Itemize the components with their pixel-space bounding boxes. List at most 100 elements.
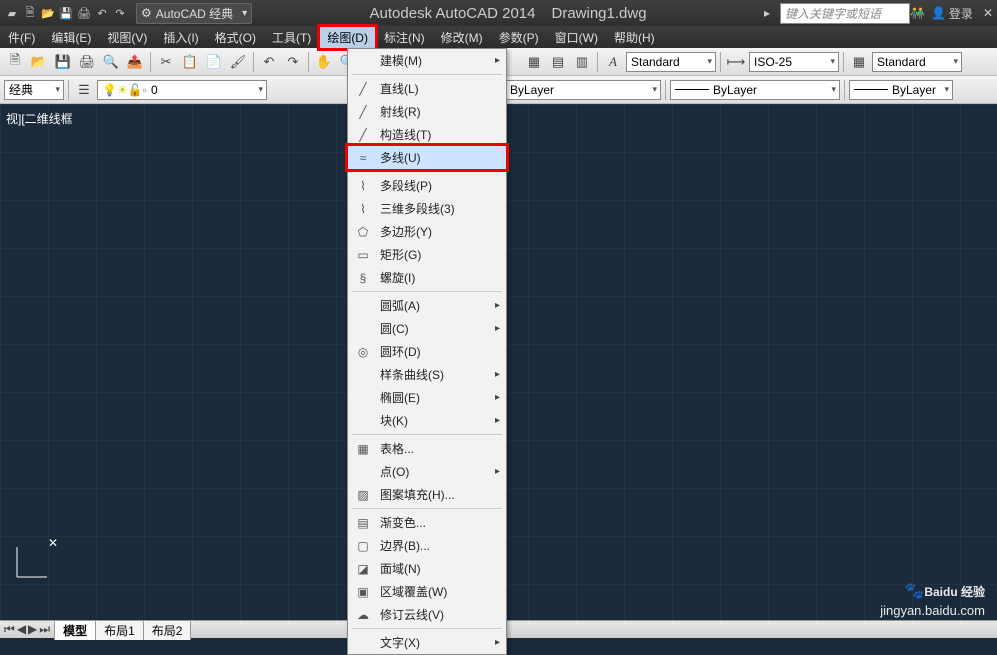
app-title: Autodesk AutoCAD 2014 [370, 5, 536, 22]
redo-icon[interactable]: ↷ [282, 51, 304, 73]
menu-item[interactable]: 修改(M) [433, 26, 491, 49]
menu-item[interactable]: ◎圆环(D) [348, 340, 506, 363]
menu-item[interactable]: 文字(X) [348, 631, 506, 654]
tool-icon[interactable]: ▥ [571, 51, 593, 73]
open-icon[interactable]: 📂 [40, 5, 56, 21]
pan-icon[interactable]: ✋ [313, 51, 335, 73]
menu-item-icon: ⌇ [354, 201, 372, 217]
infocenter-icon[interactable]: 👬 [910, 6, 925, 20]
menu-item-label: 样条曲线(S) [380, 366, 500, 383]
viewport-label[interactable]: 视][二维线框 [6, 110, 73, 127]
menu-item-icon: ⌇ [354, 178, 372, 194]
menu-item[interactable]: 参数(P) [491, 26, 547, 49]
search-input[interactable]: 键入关键字或短语 [780, 3, 910, 24]
menu-item[interactable]: 圆(C) [348, 317, 506, 340]
menu-item[interactable]: 视图(V) [99, 26, 155, 49]
save-icon[interactable]: 💾 [58, 5, 74, 21]
layer-selector[interactable]: 💡 ☀ 🔓 ▫ 0 [97, 80, 267, 100]
tab-last-icon[interactable]: ⏭ [39, 622, 50, 637]
menu-item[interactable]: ☁修订云线(V) [348, 603, 506, 626]
undo-icon[interactable]: ↶ [94, 5, 110, 21]
menu-item[interactable]: ▢边界(B)... [348, 534, 506, 557]
menu-item[interactable]: ◪面域(N) [348, 557, 506, 580]
dim-icon[interactable]: ⟼ [725, 51, 747, 73]
linetype-selector[interactable]: ByLayer [670, 80, 840, 100]
exchange-icon[interactable]: ✕ [983, 6, 993, 20]
menu-item[interactable]: ▦表格... [348, 437, 506, 460]
menu-item[interactable]: 插入(I) [155, 26, 206, 49]
menu-item[interactable]: ▨图案填充(H)... [348, 483, 506, 506]
menu-item[interactable]: ⬠多边形(Y) [348, 220, 506, 243]
menu-item[interactable]: 格式(O) [207, 26, 264, 49]
workspace-label: AutoCAD 经典 [156, 5, 233, 22]
watermark-brand: Baidu 经验 [924, 585, 985, 599]
menu-item-icon: ≈ [354, 150, 372, 166]
match-icon[interactable]: 🖌 [227, 51, 249, 73]
tab-model[interactable]: 模型 [54, 620, 96, 640]
preview-icon[interactable]: 🔍 [100, 51, 122, 73]
menu-item-label: 表格... [380, 440, 500, 457]
watermark: 🐾Baidu 经验 jingyan.baidu.com [880, 575, 985, 618]
menu-item[interactable]: §螺旋(I) [348, 266, 506, 289]
tab-next-icon[interactable]: ▶ [28, 622, 37, 637]
tab-prev-icon[interactable]: ◀ [17, 622, 26, 637]
tab-first-icon[interactable]: ⏮ [4, 622, 15, 637]
quick-access-toolbar: ▰ 🗎 📂 💾 🖨 ↶ ↷ [4, 5, 128, 21]
menu-item[interactable]: 块(K) [348, 409, 506, 432]
separator [665, 80, 666, 100]
menu-separator [352, 74, 502, 75]
menu-item[interactable]: 圆弧(A) [348, 294, 506, 317]
menu-item[interactable]: 编辑(E) [43, 26, 99, 49]
text-style-selector[interactable]: Standard [626, 52, 716, 72]
text-icon[interactable]: A [602, 51, 624, 73]
print-icon[interactable]: 🖨 [76, 51, 98, 73]
open-doc-icon[interactable]: 📂 [28, 51, 50, 73]
login-button[interactable]: 👤 登录 [931, 5, 973, 22]
workspace-selector[interactable]: ⚙ AutoCAD 经典 [136, 3, 252, 24]
tab-layout1[interactable]: 布局1 [95, 620, 144, 640]
paste-icon[interactable]: 📄 [203, 51, 225, 73]
search-play-icon[interactable]: ▸ [764, 6, 770, 20]
menu-item[interactable]: ▤渐变色... [348, 511, 506, 534]
menu-item-label: 区域覆盖(W) [380, 583, 500, 600]
publish-icon[interactable]: 📤 [124, 51, 146, 73]
menu-item[interactable]: ╱构造线(T) [348, 123, 506, 146]
menu-item[interactable]: ▭矩形(G) [348, 243, 506, 266]
menu-item[interactable]: ▣区域覆盖(W) [348, 580, 506, 603]
menu-item[interactable]: 绘图(D) [319, 26, 376, 49]
menu-item[interactable]: 样条曲线(S) [348, 363, 506, 386]
menu-item[interactable]: 标注(N) [376, 26, 433, 49]
tab-layout2[interactable]: 布局2 [143, 620, 192, 640]
dim-style-selector[interactable]: ISO-25 [749, 52, 839, 72]
menu-item[interactable]: 帮助(H) [606, 26, 663, 49]
cut-icon[interactable]: ✂ [155, 51, 177, 73]
menu-item-icon [354, 53, 372, 69]
menu-item[interactable]: 椭圆(E) [348, 386, 506, 409]
save-doc-icon[interactable]: 💾 [52, 51, 74, 73]
menu-item[interactable]: 窗口(W) [547, 26, 606, 49]
layer-props-icon[interactable]: ☰ [73, 79, 95, 101]
table-icon[interactable]: ▦ [848, 51, 870, 73]
new-icon[interactable]: 🗎 [22, 5, 38, 21]
tool-icon[interactable]: ▤ [547, 51, 569, 73]
tool-icon[interactable]: ▦ [523, 51, 545, 73]
visual-style-selector[interactable]: 经典 [4, 80, 64, 100]
menu-item[interactable]: ⌇多段线(P) [348, 174, 506, 197]
menu-item[interactable]: 工具(T) [264, 26, 319, 49]
new-doc-icon[interactable]: 🗎 [4, 51, 26, 73]
menu-item[interactable]: ╱直线(L) [348, 77, 506, 100]
menu-item[interactable]: ⌇三维多段线(3) [348, 197, 506, 220]
undo-icon[interactable]: ↶ [258, 51, 280, 73]
menu-item[interactable]: 点(O) [348, 460, 506, 483]
menu-item[interactable]: 建模(M) [348, 49, 506, 72]
print-icon[interactable]: 🖨 [76, 5, 92, 21]
color-selector[interactable]: ByLayer [491, 80, 661, 100]
app-icon[interactable]: ▰ [4, 5, 20, 21]
table-style-selector[interactable]: Standard [872, 52, 962, 72]
lineweight-selector[interactable]: ByLayer [849, 80, 953, 100]
copy-icon[interactable]: 📋 [179, 51, 201, 73]
menu-item[interactable]: 件(F) [0, 26, 43, 49]
menu-item[interactable]: ╱射线(R) [348, 100, 506, 123]
redo-icon[interactable]: ↷ [112, 5, 128, 21]
menu-item[interactable]: ≈多线(U) [348, 146, 506, 169]
